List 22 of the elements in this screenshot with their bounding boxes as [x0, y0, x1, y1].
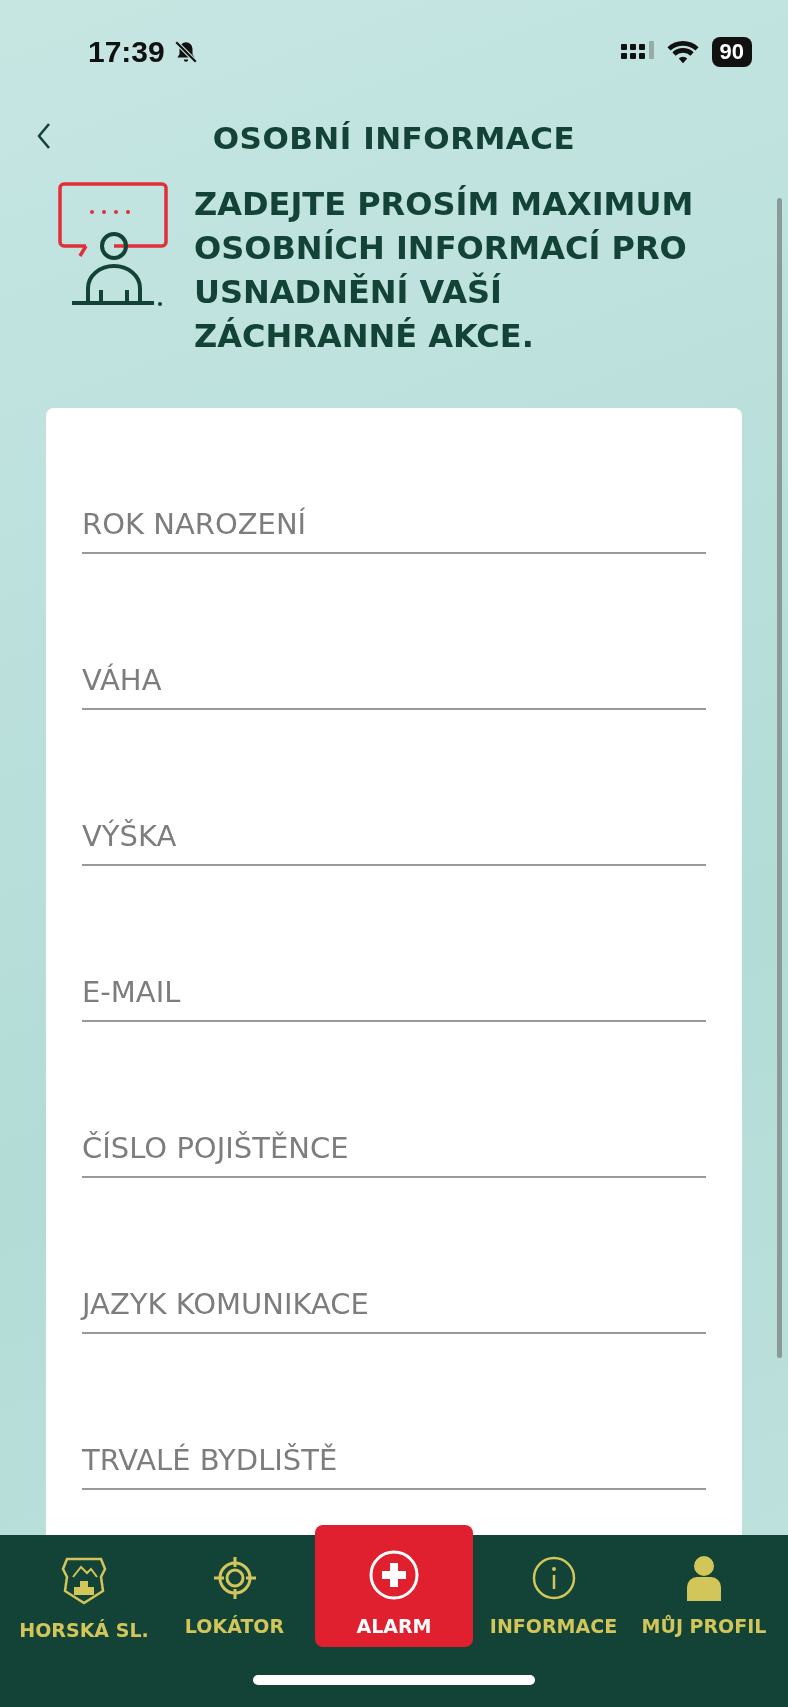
emblem-icon: [61, 1555, 107, 1605]
tab-item[interactable]: LOKÁTOR: [164, 1535, 305, 1647]
input-field[interactable]: ROK NAROZENÍ: [82, 498, 706, 554]
crosshair-icon: [211, 1555, 258, 1601]
muted-bell-icon: [172, 39, 199, 65]
wifi-icon: [665, 39, 700, 65]
tab-item[interactable]: INFORMACE: [483, 1535, 624, 1647]
input-field[interactable]: TRVALÉ BYDLIŠTĚ: [82, 1434, 706, 1490]
status-time: 17:39: [88, 35, 165, 69]
tab-item[interactable]: HORSKÁ SL.: [14, 1535, 154, 1647]
plus-circle-icon: [368, 1549, 420, 1601]
input-field[interactable]: VÁHA: [82, 654, 706, 710]
intro-text: ZADEJTE PROSÍM MAXIMUM OSOBNÍCH INFORMACÍ PRO USNADNĚNÍ VAŠÍ ZÁCHRANNÉ AKCE.: [194, 184, 695, 357]
info-icon: [530, 1555, 577, 1601]
page-title: OSOBNÍ INFORMACE: [212, 120, 576, 156]
input-field[interactable]: E-MAIL: [82, 966, 706, 1022]
input-field[interactable]: ČÍSLO POJIŠTĚNCE: [82, 1122, 706, 1178]
tab-item[interactable]: MŮJ PROFIL: [634, 1535, 774, 1647]
input-field[interactable]: VÝŠKA: [82, 810, 706, 866]
tab-item[interactable]: ALARM: [315, 1525, 473, 1647]
input-field[interactable]: JAZYK KOMUNIKACE: [82, 1278, 706, 1334]
battery-indicator: 90: [711, 37, 752, 67]
